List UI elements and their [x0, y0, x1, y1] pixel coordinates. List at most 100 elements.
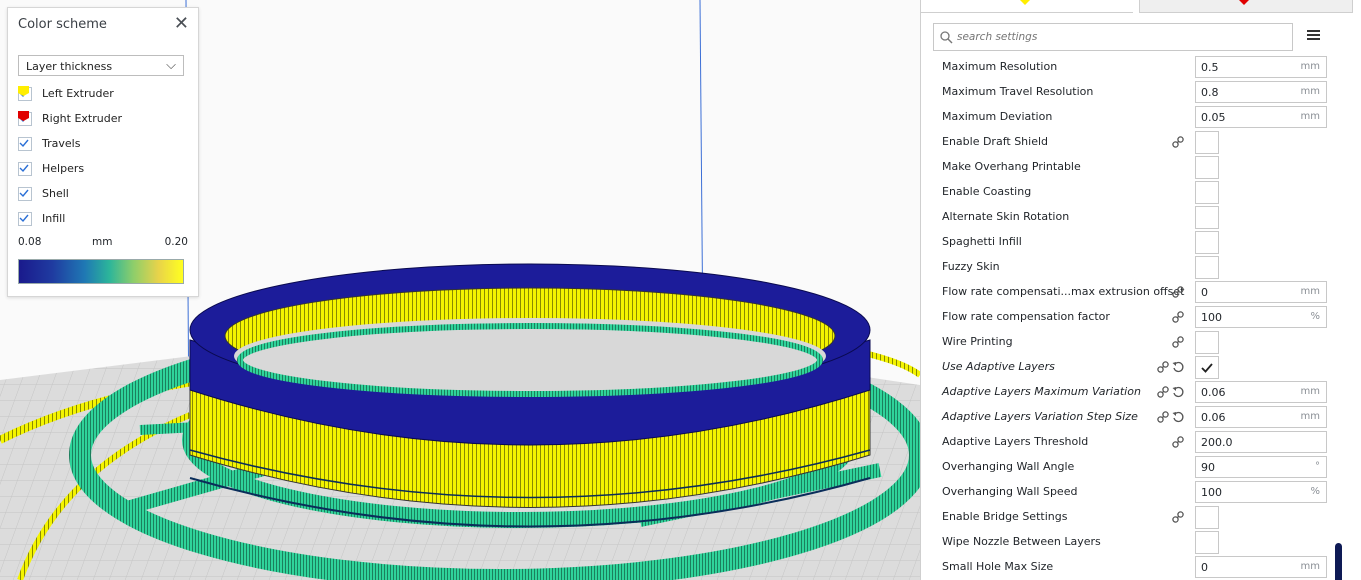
setting-row: Use Adaptive Layers	[921, 355, 1351, 380]
setting-checkbox[interactable]	[1195, 156, 1219, 179]
setting-input[interactable]: 0 mm	[1195, 281, 1327, 303]
setting-row: Alternate Skin Rotation	[921, 205, 1351, 230]
setting-input[interactable]: 200.0	[1195, 431, 1327, 453]
setting-checkbox[interactable]	[1195, 356, 1219, 379]
checkmark-icon	[19, 214, 29, 223]
link-icon[interactable]	[1172, 136, 1184, 148]
setting-input[interactable]: 0.05 mm	[1195, 106, 1327, 128]
setting-checkbox[interactable]	[1195, 256, 1219, 279]
legend-item-label: Travels	[42, 137, 81, 150]
layer-thickness-gradient	[18, 259, 184, 284]
setting-row: Wire Printing	[921, 330, 1351, 355]
reset-icon[interactable]	[1172, 361, 1184, 373]
legend-min-value: 0.08	[18, 236, 42, 248]
setting-unit: °	[1315, 461, 1320, 472]
checkbox[interactable]	[18, 137, 32, 151]
setting-value: 0.5	[1201, 61, 1219, 74]
close-icon[interactable]: ✕	[174, 13, 189, 34]
setting-label: Enable Coasting	[942, 185, 1032, 198]
setting-value: 90	[1201, 461, 1215, 474]
legend-item-label: Shell	[42, 187, 69, 200]
setting-label: Make Overhang Printable	[942, 160, 1081, 173]
legend-item-infill[interactable]: Infill	[18, 211, 188, 229]
setting-unit: mm	[1300, 386, 1320, 397]
legend-item-helpers[interactable]: Helpers	[18, 161, 188, 179]
link-icon[interactable]	[1172, 311, 1184, 323]
setting-row: Fuzzy Skin	[921, 255, 1351, 280]
link-icon[interactable]	[1157, 361, 1169, 373]
checkbox[interactable]	[18, 187, 32, 201]
setting-label: Overhanging Wall Speed	[942, 485, 1078, 498]
extruder-swatch-icon	[18, 86, 29, 96]
setting-input[interactable]: 90 °	[1195, 456, 1327, 478]
setting-row: Wipe Nozzle Between Layers	[921, 530, 1351, 555]
link-icon[interactable]	[1172, 336, 1184, 348]
setting-row: Enable Draft Shield	[921, 130, 1351, 155]
3d-viewport[interactable]: Color scheme ✕ Layer thickness ⌵ Left Ex…	[0, 0, 920, 580]
setting-value: 100	[1201, 311, 1222, 324]
color-scheme-dropdown[interactable]: Layer thickness ⌵	[18, 55, 184, 76]
link-icon[interactable]	[1172, 511, 1184, 523]
setting-input[interactable]: 0.06 mm	[1195, 381, 1327, 403]
setting-row: Flow rate compensati...max extrusion off…	[921, 280, 1351, 305]
setting-label: Adaptive Layers Threshold	[942, 435, 1089, 448]
setting-row: Adaptive Layers Maximum Variation 0.06 mm	[921, 380, 1351, 405]
reset-icon[interactable]	[1172, 411, 1184, 423]
checkmark-icon	[19, 164, 29, 173]
setting-unit: mm	[1300, 86, 1320, 97]
setting-label: Enable Draft Shield	[942, 135, 1049, 148]
checkmark-icon	[19, 189, 29, 198]
reset-icon[interactable]	[1172, 386, 1184, 398]
setting-input[interactable]: 100%	[1195, 481, 1327, 503]
setting-input[interactable]: 0.8 mm	[1195, 81, 1327, 103]
legend-item-label: Right Extruder	[42, 112, 123, 125]
checkbox[interactable]	[18, 212, 32, 226]
link-icon[interactable]	[1157, 411, 1169, 423]
color-scheme-title: Color scheme	[18, 17, 107, 32]
setting-row: Maximum Travel Resolution 0.8 mm	[921, 80, 1351, 105]
setting-label: Maximum Resolution	[942, 60, 1058, 73]
link-icon[interactable]	[1157, 386, 1169, 398]
search-icon	[940, 31, 953, 44]
setting-row: Make Overhang Printable	[921, 155, 1351, 180]
legend-max-value: 0.20	[164, 236, 188, 248]
setting-value: 0.05	[1201, 111, 1226, 124]
setting-value: 0.8	[1201, 86, 1219, 99]
setting-input[interactable]: 0.5 mm	[1195, 56, 1327, 78]
setting-value: 0	[1201, 286, 1208, 299]
checkbox[interactable]	[18, 162, 32, 176]
search-input[interactable]	[957, 29, 1277, 45]
setting-label: Maximum Travel Resolution	[942, 85, 1094, 98]
setting-checkbox[interactable]	[1195, 531, 1219, 554]
legend-item-left-extruder[interactable]: Left Extruder	[18, 86, 188, 104]
setting-input[interactable]: 0 mm	[1195, 556, 1327, 578]
legend-item-shell[interactable]: Shell	[18, 186, 188, 204]
setting-unit: mm	[1300, 411, 1320, 422]
setting-value: 0	[1201, 561, 1208, 574]
hamburger-menu-icon[interactable]	[1307, 29, 1321, 41]
checkmark-icon	[1201, 363, 1213, 373]
setting-checkbox[interactable]	[1195, 181, 1219, 204]
setting-value: 200.0	[1201, 436, 1233, 449]
setting-input[interactable]: 0.06 mm	[1195, 406, 1327, 428]
scrollbar[interactable]	[1335, 543, 1342, 580]
legend-item-travels[interactable]: Travels	[18, 136, 188, 154]
search-box[interactable]	[933, 23, 1293, 51]
link-icon[interactable]	[1172, 436, 1184, 448]
setting-checkbox[interactable]	[1195, 131, 1219, 154]
setting-checkbox[interactable]	[1195, 206, 1219, 229]
setting-label: Overhanging Wall Angle	[942, 460, 1075, 473]
setting-label: Alternate Skin Rotation	[942, 210, 1070, 223]
setting-row: Maximum Resolution 0.5 mm	[921, 55, 1351, 80]
setting-row: Enable Coasting	[921, 180, 1351, 205]
setting-value: 100	[1201, 486, 1222, 499]
setting-label: Fuzzy Skin	[942, 260, 1000, 273]
setting-input[interactable]: 100%	[1195, 306, 1327, 328]
setting-checkbox[interactable]	[1195, 331, 1219, 354]
setting-label: Wire Printing	[942, 335, 1013, 348]
setting-checkbox[interactable]	[1195, 506, 1219, 529]
legend-item-right-extruder[interactable]: Right Extruder	[18, 111, 188, 129]
setting-label: Flow rate compensati...max extrusion off…	[942, 285, 1185, 298]
setting-checkbox[interactable]	[1195, 231, 1219, 254]
link-icon[interactable]	[1172, 286, 1184, 298]
